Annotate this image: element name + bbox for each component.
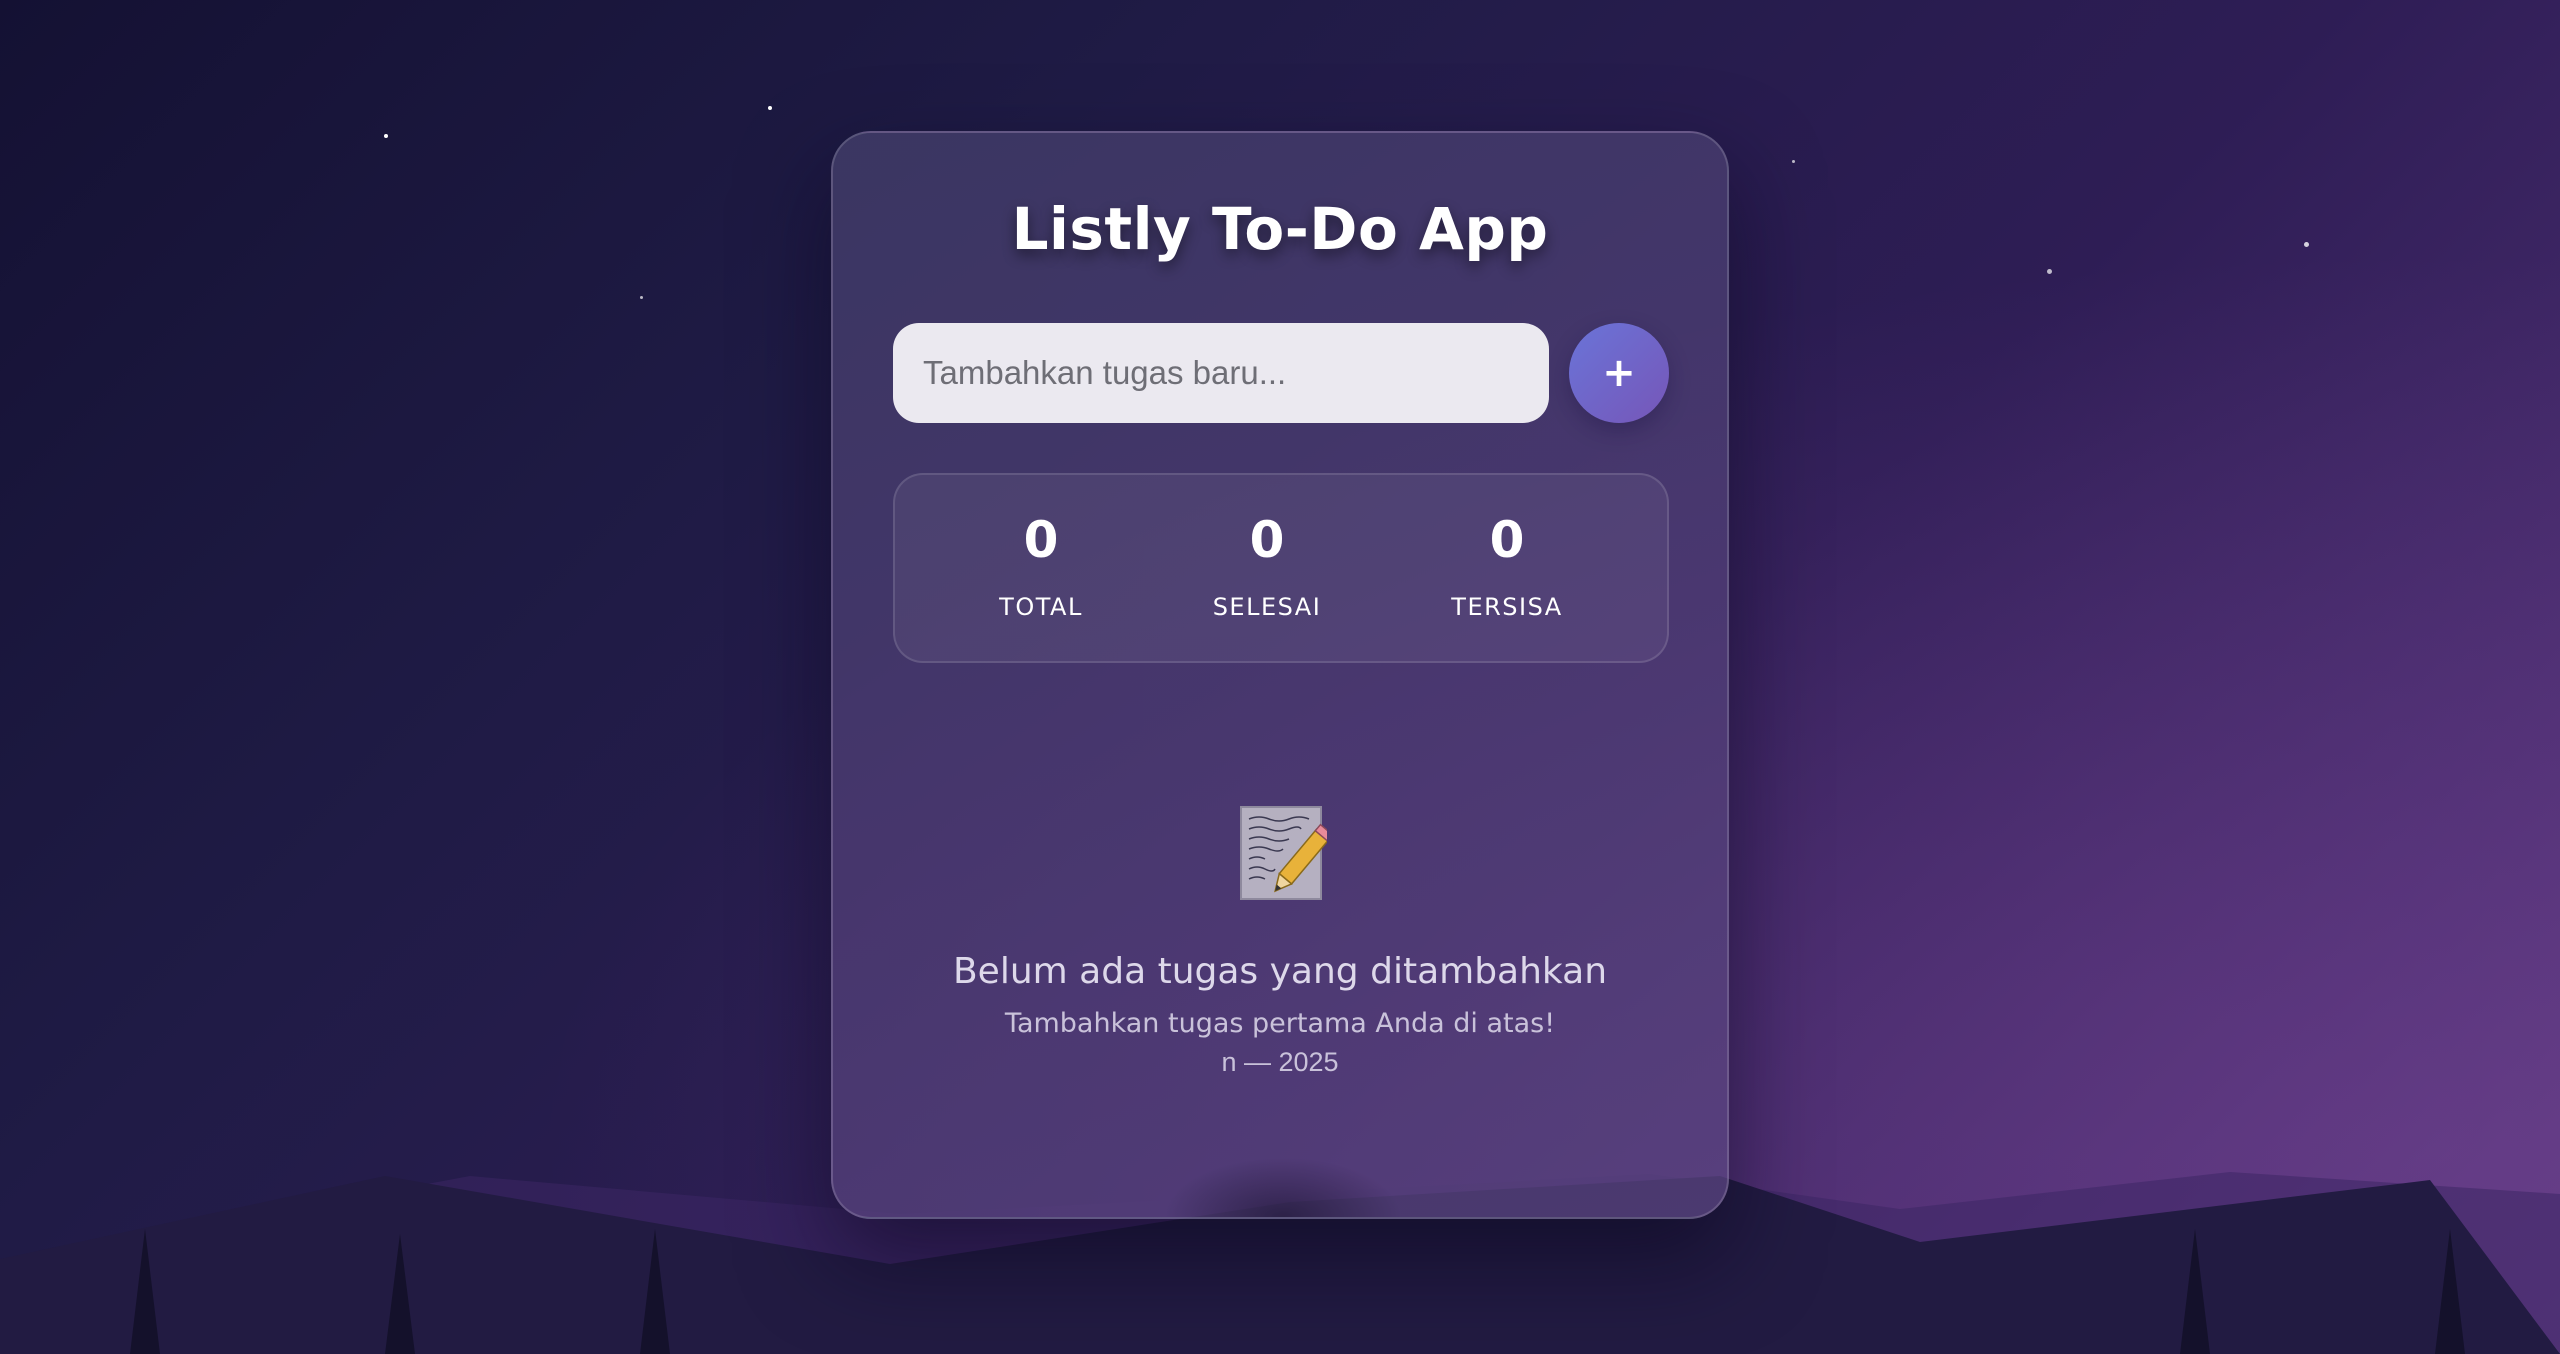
memo-pencil-icon	[1240, 806, 1327, 900]
empty-state-footer: n — 2025	[1221, 1047, 1339, 1077]
new-task-input[interactable]	[893, 323, 1549, 423]
stat-remaining-label: TERSISA	[1451, 593, 1563, 621]
stat-completed-label: SELESAI	[1212, 593, 1322, 621]
star	[768, 106, 772, 110]
stat-completed: 0 SELESAI	[1157, 475, 1377, 661]
stat-remaining: 0 TERSISA	[1397, 475, 1617, 661]
app-title: Listly To-Do App	[1011, 195, 1549, 263]
todo-card: Listly To-Do App + 0 TOTAL 0 SELESAI 0 T…	[831, 131, 1729, 1219]
task-stats-panel: 0 TOTAL 0 SELESAI 0 TERSISA	[893, 473, 1669, 663]
stat-remaining-value: 0	[1489, 511, 1525, 569]
star	[640, 296, 643, 299]
star	[2047, 269, 2052, 274]
empty-state-title: Belum ada tugas yang ditambahkan	[952, 951, 1608, 992]
star	[1792, 160, 1795, 163]
star	[384, 134, 388, 138]
stat-total-label: TOTAL	[999, 593, 1083, 621]
card-bottom-shadow	[1163, 1157, 1403, 1217]
stat-total-value: 0	[1023, 511, 1059, 569]
stat-completed-value: 0	[1249, 511, 1285, 569]
plus-icon: +	[1602, 350, 1636, 396]
add-task-button[interactable]: +	[1569, 323, 1669, 423]
star	[2304, 242, 2309, 247]
empty-state-subtitle: Tambahkan tugas pertama Anda di atas!	[1004, 1008, 1556, 1039]
stat-total: 0 TOTAL	[931, 475, 1151, 661]
